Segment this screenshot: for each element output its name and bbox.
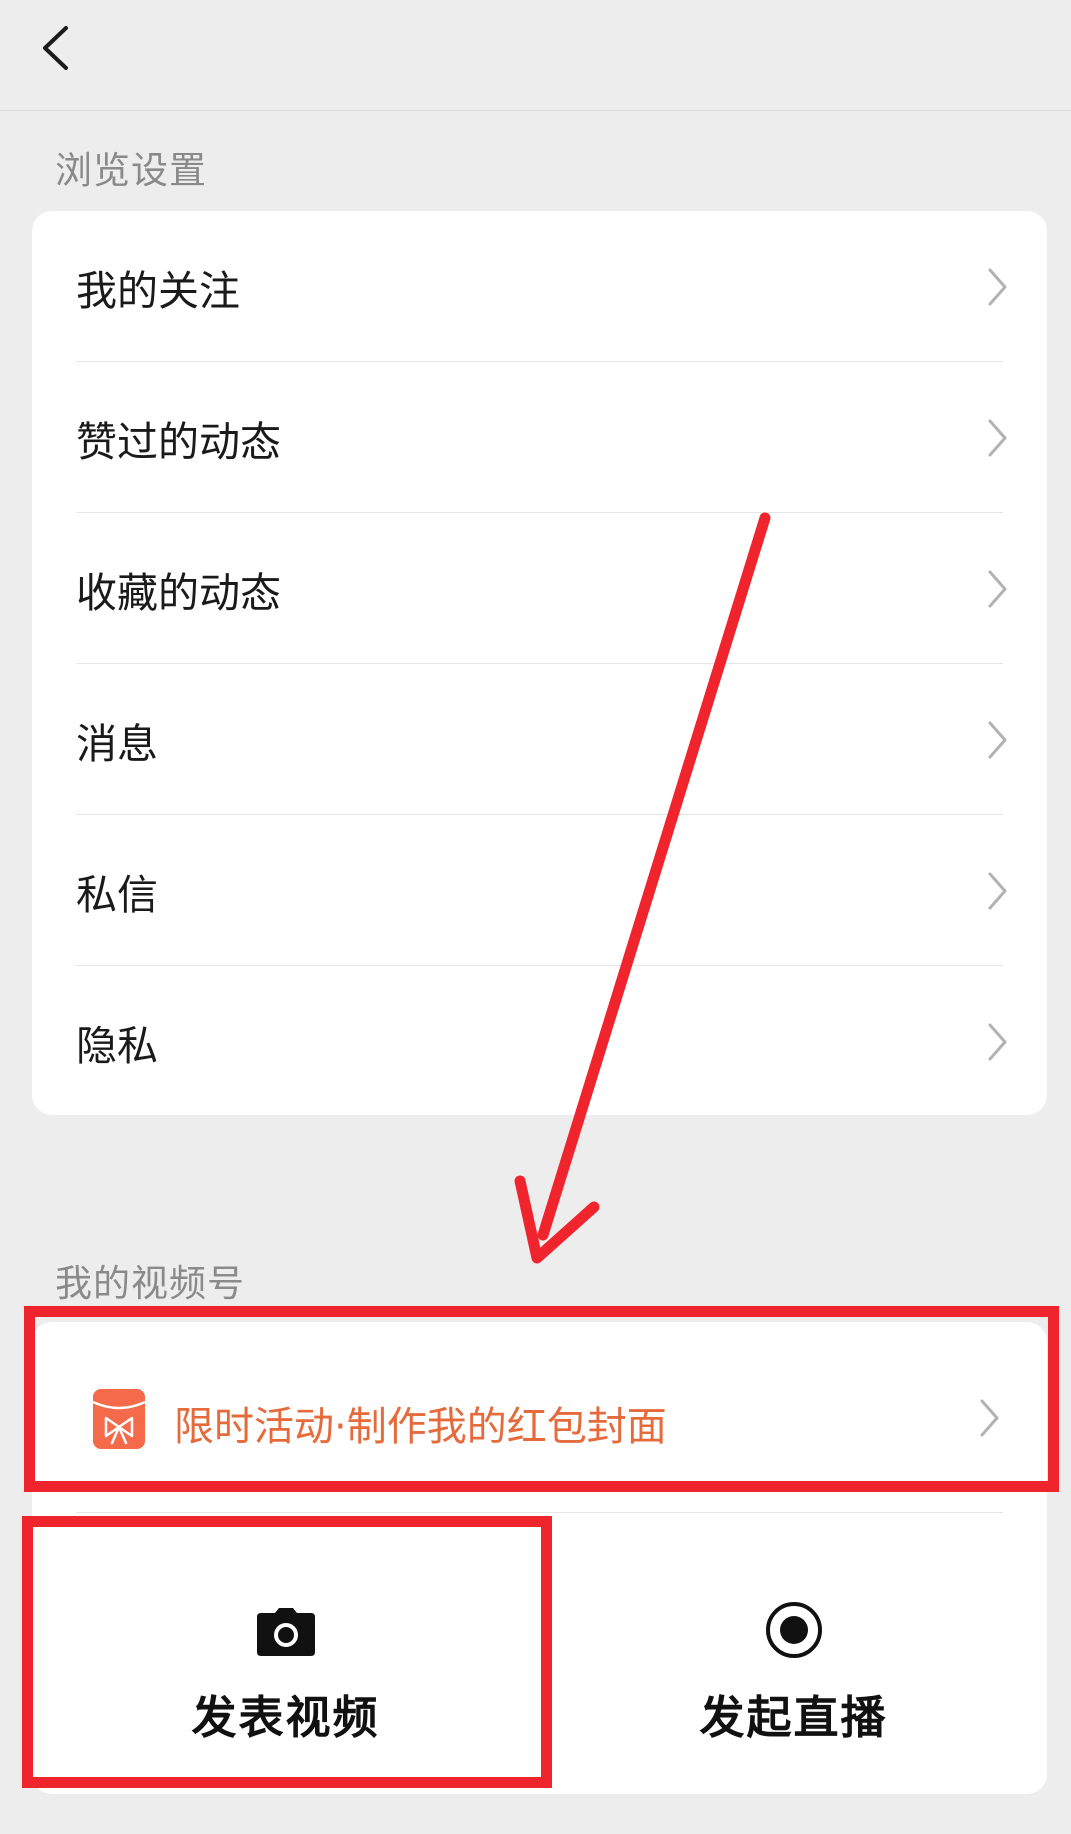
menu-item-privacy[interactable]: 隐私 xyxy=(32,966,1047,1117)
menu-item-label: 赞过的动态 xyxy=(76,417,281,466)
start-live-label: 发起直播 xyxy=(699,1691,888,1744)
start-live-button[interactable]: 发起直播 xyxy=(540,1513,1047,1794)
chevron-right-icon xyxy=(988,1023,1007,1060)
publish-video-label: 发表视频 xyxy=(191,1691,380,1744)
top-bar xyxy=(0,0,1071,111)
chevron-right-icon xyxy=(980,1399,999,1437)
red-envelope-icon xyxy=(92,1389,146,1449)
chevron-right-icon xyxy=(988,419,1007,456)
chevron-right-icon xyxy=(988,872,1007,909)
chevron-right-icon xyxy=(988,570,1007,607)
publish-video-button[interactable]: 发表视频 xyxy=(32,1513,539,1794)
chevron-right-icon xyxy=(988,721,1007,758)
menu-item-private-messages[interactable]: 私信 xyxy=(32,815,1047,966)
menu-item-label: 隐私 xyxy=(76,1021,158,1070)
menu-item-messages[interactable]: 消息 xyxy=(32,664,1047,815)
menu-item-label: 收藏的动态 xyxy=(76,568,281,617)
promo-text: 限时活动·制作我的红包封面 xyxy=(174,1404,667,1450)
menu-item-favorited-posts[interactable]: 收藏的动态 xyxy=(32,513,1047,664)
menu-item-liked-posts[interactable]: 赞过的动态 xyxy=(32,362,1047,513)
chevron-right-icon xyxy=(988,268,1007,305)
section-title-browse: 浏览设置 xyxy=(55,149,207,192)
menu-item-label: 消息 xyxy=(76,719,158,768)
menu-item-following[interactable]: 我的关注 xyxy=(32,211,1047,362)
section-title-channel: 我的视频号 xyxy=(55,1262,245,1305)
menu-item-label: 我的关注 xyxy=(76,266,240,315)
back-button[interactable] xyxy=(30,18,80,78)
chevron-left-icon xyxy=(43,26,68,70)
record-icon xyxy=(765,1602,822,1658)
camera-icon xyxy=(256,1608,315,1656)
browse-settings-card: 我的关注 赞过的动态 收藏的动态 消息 私信 隐私 xyxy=(32,211,1047,1115)
menu-item-label: 私信 xyxy=(76,870,158,919)
promo-red-envelope-row[interactable]: 限时活动·制作我的红包封面 xyxy=(32,1322,1047,1512)
channel-card: 限时活动·制作我的红包封面 发表视频 发起直播 xyxy=(32,1322,1047,1794)
